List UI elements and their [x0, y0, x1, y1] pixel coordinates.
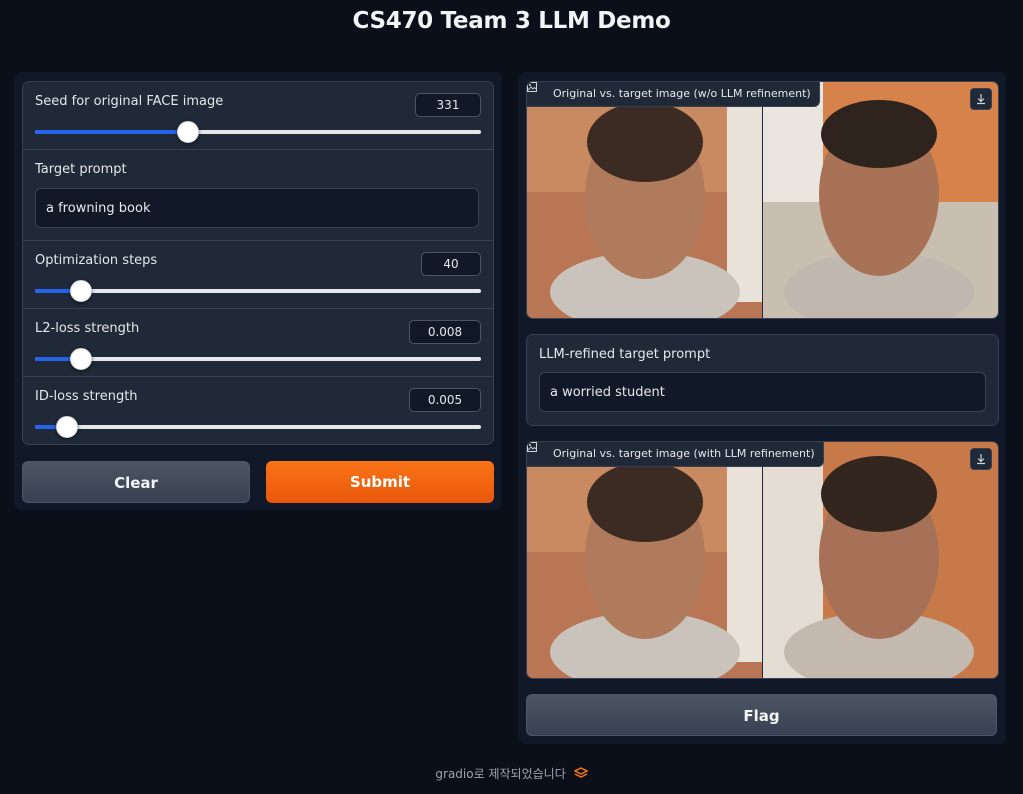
- target-prompt-block: Target prompt a frowning book: [23, 150, 493, 241]
- image-icon: [527, 82, 537, 92]
- steps-block: Optimization steps 40: [23, 241, 493, 309]
- id-number-input[interactable]: 0.005: [409, 388, 481, 412]
- input-form: Seed for original FACE image 331 Target …: [22, 81, 494, 445]
- l2-block: L2-loss strength 0.008: [23, 309, 493, 377]
- id-block: ID-loss strength 0.005: [23, 377, 493, 444]
- seed-block: Seed for original FACE image 331: [23, 82, 493, 150]
- output-image-without-refinement: Original vs. target image (w/o LLM refin…: [526, 81, 999, 319]
- output-panel: Original vs. target image (w/o LLM refin…: [518, 72, 1006, 744]
- input-panel: Seed for original FACE image 331 Target …: [14, 72, 502, 510]
- id-slider-thumb[interactable]: [56, 416, 79, 438]
- download-icon: [977, 94, 985, 105]
- refined-prompt-block: LLM-refined target prompt a worried stud…: [526, 334, 999, 426]
- flag-button[interactable]: Flag: [526, 694, 997, 736]
- face-comparison-image: [527, 442, 998, 678]
- l2-slider[interactable]: [35, 348, 481, 370]
- page-title: CS470 Team 3 LLM Demo: [352, 8, 671, 34]
- image-label-text: Original vs. target image (with LLM refi…: [553, 447, 815, 460]
- seed-slider[interactable]: [35, 121, 481, 143]
- output-image-with-refinement: Original vs. target image (with LLM refi…: [526, 441, 999, 679]
- steps-label: Optimization steps: [35, 253, 158, 268]
- seed-slider-fill: [35, 130, 187, 134]
- gradio-logo-icon: [572, 767, 589, 778]
- id-label: ID-loss strength: [35, 389, 138, 404]
- steps-number-input[interactable]: 40: [421, 252, 481, 276]
- download-icon: [977, 454, 985, 465]
- refined-prompt-output[interactable]: a worried student: [539, 372, 986, 412]
- footer-text: gradio로 제작되었습니다: [435, 767, 566, 781]
- steps-slider[interactable]: [35, 280, 481, 302]
- image-label-text: Original vs. target image (w/o LLM refin…: [553, 87, 811, 100]
- steps-slider-thumb[interactable]: [69, 280, 92, 302]
- seed-label: Seed for original FACE image: [35, 94, 224, 109]
- seed-number-input[interactable]: 331: [415, 93, 481, 117]
- id-slider[interactable]: [35, 416, 481, 438]
- refined-prompt-label: LLM-refined target prompt: [539, 347, 711, 362]
- l2-slider-thumb[interactable]: [69, 348, 92, 370]
- l2-number-input[interactable]: 0.008: [409, 320, 481, 344]
- footer: gradio로 제작되었습니다: [0, 765, 1023, 782]
- face-comparison-image: [527, 82, 998, 318]
- clear-button[interactable]: Clear: [22, 461, 250, 503]
- seed-slider-thumb[interactable]: [176, 121, 199, 143]
- download-button[interactable]: [970, 448, 992, 470]
- target-prompt-label: Target prompt: [35, 162, 127, 177]
- image-icon: [527, 442, 537, 452]
- download-button[interactable]: [970, 88, 992, 110]
- image-label: Original vs. target image (w/o LLM refin…: [527, 82, 820, 107]
- image-label: Original vs. target image (with LLM refi…: [527, 442, 824, 467]
- submit-button[interactable]: Submit: [266, 461, 494, 503]
- l2-label: L2-loss strength: [35, 321, 140, 336]
- target-prompt-input[interactable]: a frowning book: [35, 188, 479, 228]
